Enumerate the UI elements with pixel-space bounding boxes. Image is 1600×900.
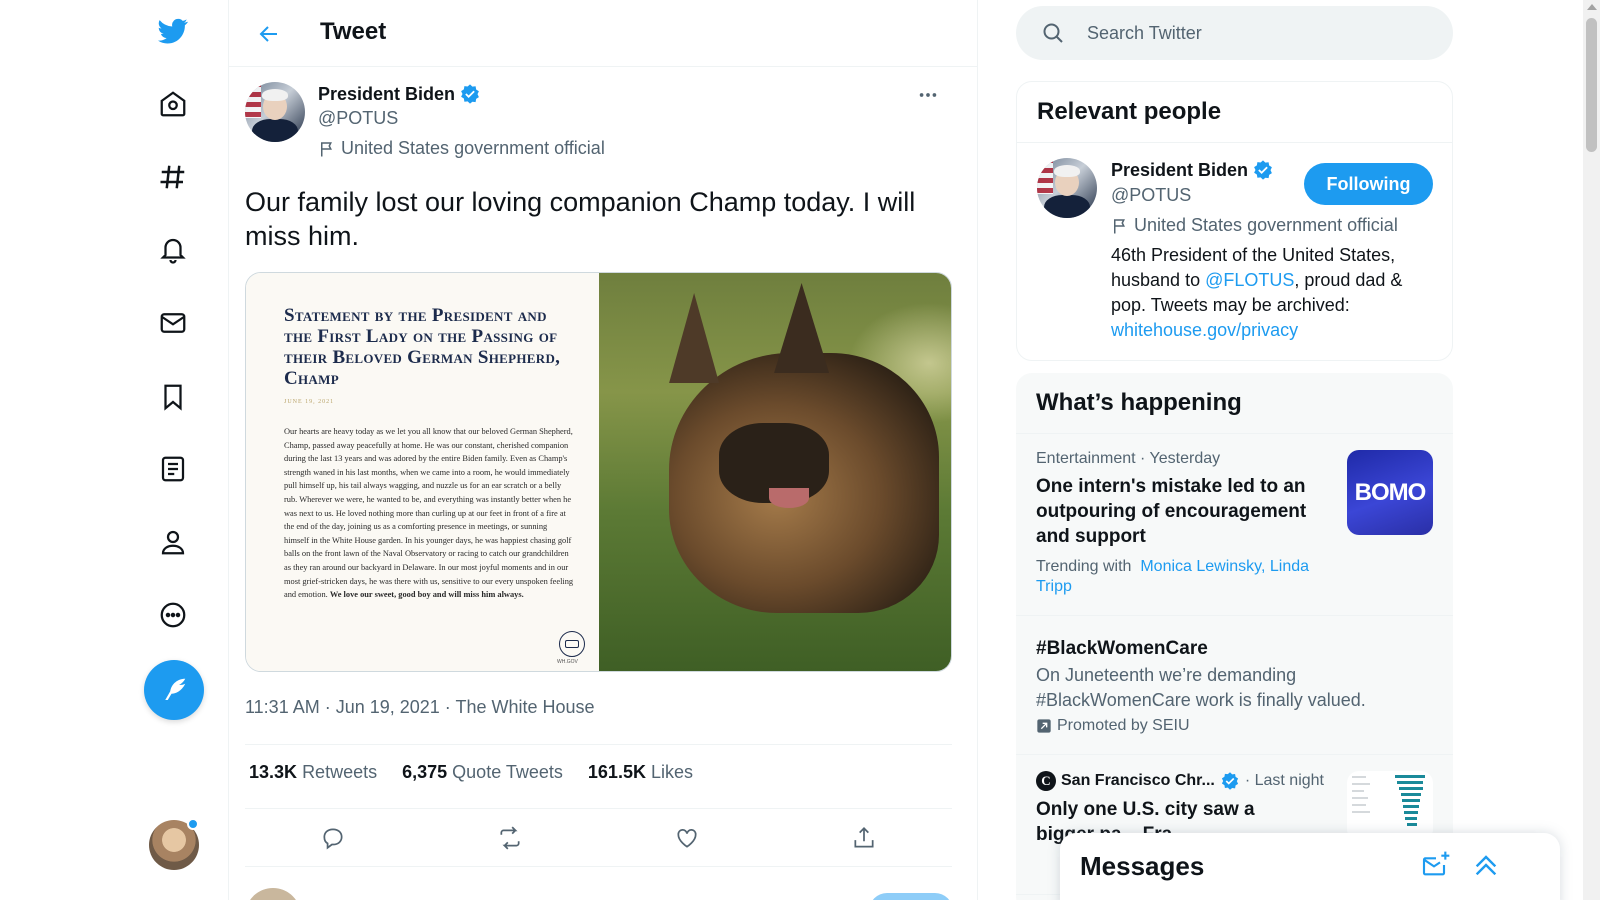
whats-happening-title: What’s happening [1016,373,1453,434]
search-box[interactable] [1016,6,1453,60]
tweet-more-button[interactable] [913,80,943,110]
relevant-person-bio: 46th President of the United States, hus… [1111,245,1403,340]
author-name[interactable]: President Biden [318,83,481,105]
reply-avatar [245,888,301,900]
messages-drawer[interactable]: Messages [1060,833,1560,900]
bookmarks-icon[interactable] [148,372,198,422]
trend-thumbnail: BOMO [1347,450,1433,535]
relevant-person-label: United States government official [1111,215,1398,236]
scroll-up-arrow-icon[interactable] [1587,4,1597,10]
scrollbar[interactable] [1583,0,1600,900]
trend-trending-with: Trending with Monica Lewinsky, Linda Tri… [1036,558,1310,595]
main-column: Tweet President Biden @POTUS United Stat… [229,0,978,900]
tweet-media[interactable]: Statement by the President and the First… [245,272,952,672]
tweet-stats: 13.3K Retweets 6,375 Quote Tweets 161.5K… [249,762,693,783]
reply-icon[interactable] [320,825,346,851]
author-avatar[interactable] [245,82,305,142]
verified-badge-icon [1254,160,1272,180]
likes-stat[interactable]: 161.5K Likes [588,762,693,783]
explore-icon[interactable] [148,152,198,202]
government-label: United States government official [318,138,605,159]
trend-description: On Juneteenth we’re demanding #BlackWome… [1036,665,1366,710]
retweet-icon[interactable] [497,825,523,851]
right-sidebar: Relevant people President Biden @POTUS U… [978,0,1600,900]
reply-button[interactable] [869,893,953,900]
news-thumbnail [1347,771,1433,841]
white-house-seal-icon [559,631,585,657]
expand-messages-icon[interactable] [1470,849,1502,881]
statement-date: JUNE 19, 2021 [284,399,335,405]
flag-icon [321,141,332,156]
share-icon[interactable] [851,825,877,851]
page-title: Tweet [320,18,387,45]
tweet-actions [245,818,952,858]
author-name-text: President Biden [318,83,456,104]
notification-dot [187,818,199,830]
flotus-link[interactable]: @FLOTUS [1205,270,1294,290]
dog-photo [599,273,951,671]
lists-icon[interactable] [148,444,198,494]
statement-title: Statement by the President and the First… [284,305,561,389]
statement-image: Statement by the President and the First… [246,273,600,671]
main-header: Tweet [229,0,978,67]
notifications-icon[interactable] [148,225,198,275]
statement-footer: WH.GOV [557,659,578,665]
scroll-thumb[interactable] [1586,18,1597,152]
trend-title: #BlackWomenCare [1036,638,1208,659]
promoted-trend[interactable]: #BlackWomenCare On Juneteenth we’re dema… [1016,616,1453,755]
author-handle[interactable]: @POTUS [318,108,398,129]
following-button[interactable]: Following [1304,163,1433,205]
trend-item[interactable]: Entertainment · Yesterday One intern's m… [1016,434,1453,616]
flag-icon [1114,218,1125,233]
new-message-icon[interactable] [1420,849,1452,881]
more-dots-icon [919,93,937,97]
verified-badge-icon [1221,772,1238,790]
messages-icon[interactable] [148,298,198,348]
profile-icon[interactable] [148,517,198,567]
divider [245,808,952,809]
left-navigation [0,0,229,900]
back-button[interactable] [249,14,289,54]
relevant-people-title: Relevant people [1017,82,1452,143]
relevant-person-avatar[interactable] [1037,158,1097,218]
retweets-stat[interactable]: 13.3K Retweets [249,762,377,783]
back-arrow-icon [259,26,277,42]
messages-title: Messages [1080,851,1205,881]
privacy-link[interactable]: whitehouse.gov/privacy [1111,320,1298,340]
whats-happening-card: What’s happening Entertainment · Yesterd… [1016,373,1453,900]
home-icon[interactable] [148,79,198,129]
compose-tweet-button[interactable] [144,660,204,720]
promoted-icon [1037,719,1051,733]
twitter-logo-icon[interactable] [148,6,198,56]
chronicle-logo-icon: C [1036,771,1056,791]
tweet-text: Our family lost our loving companion Cha… [245,187,916,251]
tweet-source[interactable]: The White House [455,697,594,717]
government-label-text: United States government official [341,138,605,158]
verified-badge-icon [461,84,479,104]
tweet-timestamp: 11:31 AM · Jun 19, 2021 · The White Hous… [245,697,595,718]
more-icon[interactable] [148,590,198,640]
divider [245,866,952,867]
relevant-person[interactable]: President Biden @POTUS United States gov… [1017,143,1452,359]
tweet-time[interactable]: 11:31 AM · Jun 19, 2021 · [245,697,455,717]
relevant-person-name[interactable]: President Biden [1111,159,1274,181]
promoted-label: Promoted by SEIU [1036,717,1433,735]
compose-tweet-icon [165,678,186,700]
statement-body: Our hearts are heavy today as we let you… [284,427,574,600]
search-icon [1043,23,1063,43]
like-icon[interactable] [674,825,700,851]
relevant-people-card: Relevant people President Biden @POTUS U… [1016,81,1453,361]
trend-title: One intern's mistake led to an outpourin… [1036,476,1307,547]
quote-tweets-stat[interactable]: 6,375 Quote Tweets [402,762,563,783]
divider [245,744,952,745]
relevant-person-handle[interactable]: @POTUS [1111,185,1191,206]
twitter-app: Tweet President Biden @POTUS United Stat… [0,0,1600,900]
search-input[interactable] [1087,22,1417,44]
